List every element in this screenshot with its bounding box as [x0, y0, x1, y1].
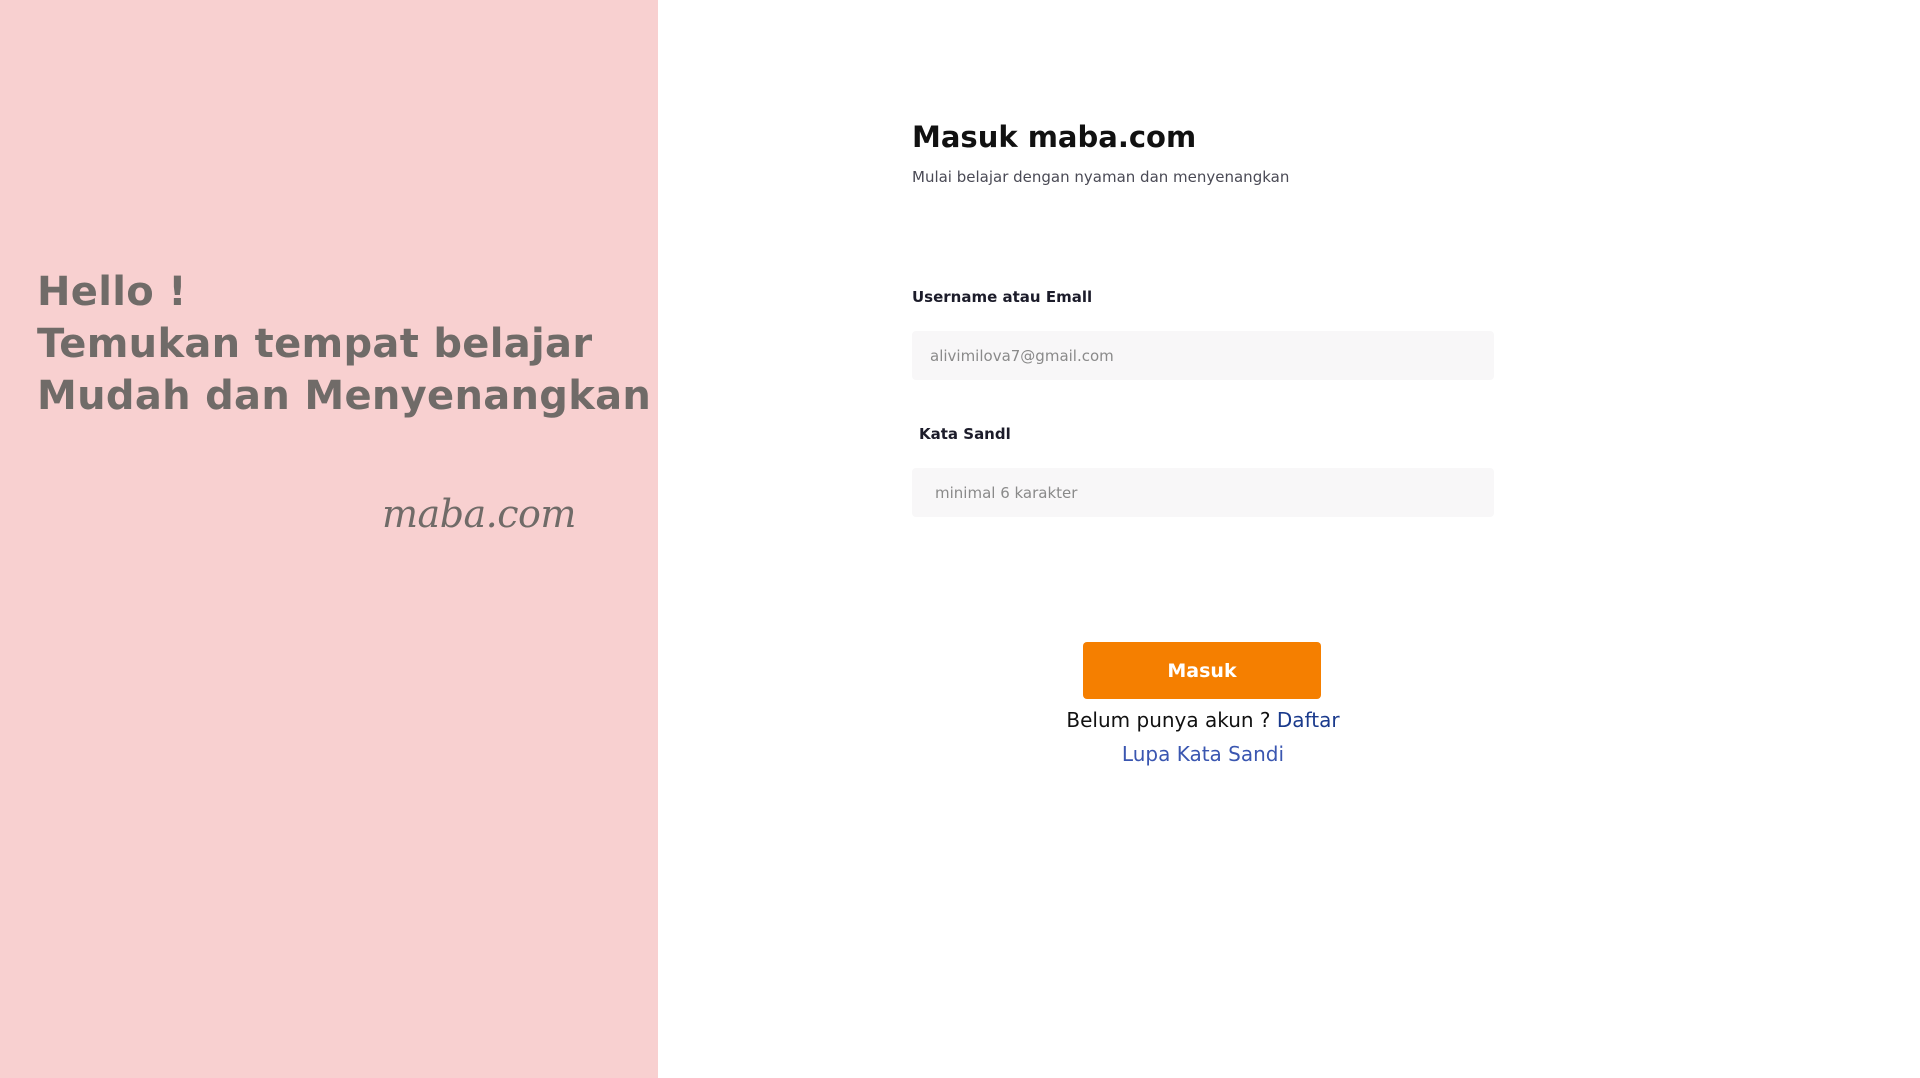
password-input[interactable]	[912, 468, 1494, 517]
hero-line-greeting: Hello !	[37, 269, 187, 315]
register-link[interactable]: Daftar	[1277, 708, 1340, 732]
form-title: Masuk maba.com	[912, 120, 1197, 154]
register-prompt-line: Belum punya akun ? Daftar	[912, 708, 1494, 732]
hero-line-find: Temukan tempat belajar	[37, 321, 593, 367]
login-button[interactable]: Masuk	[1083, 642, 1321, 699]
login-panel	[658, 0, 1920, 1078]
username-label: Username atau Emall	[912, 288, 1093, 306]
form-subtitle: Mulai belajar dengan nyaman dan menyenan…	[912, 168, 1290, 186]
brand-logo: maba.com	[382, 492, 576, 536]
left-hero-panel: Hello ! Temukan tempat belajar Mudah dan…	[0, 0, 658, 1078]
forgot-password-line: Lupa Kata Sandi	[912, 742, 1494, 766]
password-label: Kata Sandl	[919, 425, 1011, 443]
forgot-password-link[interactable]: Lupa Kata Sandi	[1122, 742, 1284, 766]
hero-line-fun: Mudah dan Menyenangkan	[37, 373, 652, 419]
username-input[interactable]	[912, 331, 1494, 380]
hero-heading: Hello ! Temukan tempat belajar Mudah dan…	[37, 266, 651, 422]
register-prompt-text: Belum punya akun ?	[1066, 708, 1277, 732]
